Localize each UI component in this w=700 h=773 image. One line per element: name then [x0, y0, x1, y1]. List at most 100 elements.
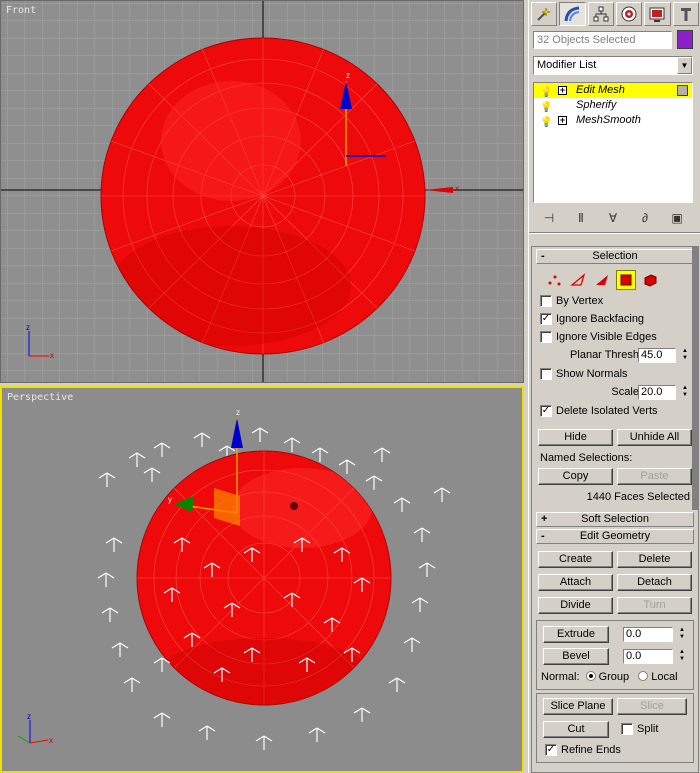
slice-button[interactable]: Slice: [617, 698, 687, 715]
attach-button[interactable]: Attach: [538, 574, 613, 591]
perspective-viewport[interactable]: Perspective z y z x: [0, 386, 524, 773]
show-end-result-icon[interactable]: Ⅱ: [571, 209, 591, 227]
create-tab[interactable]: [531, 2, 558, 26]
turn-button[interactable]: Turn: [617, 597, 692, 614]
spinner-icon[interactable]: ▲ ▼: [677, 627, 687, 642]
planar-thresh-input[interactable]: 45.0: [638, 348, 676, 363]
divide-button[interactable]: Divide: [538, 597, 613, 614]
local-radio[interactable]: [638, 671, 649, 681]
create-button[interactable]: Create: [538, 551, 613, 568]
refine-ends-checkbox[interactable]: ✓ Refine Ends: [537, 741, 693, 759]
spinner-icon[interactable]: ▲ ▼: [680, 348, 690, 363]
checkbox-box[interactable]: [621, 723, 633, 735]
planar-thresh-row: Planar Thresh: 45.0 ▲ ▼: [532, 346, 698, 365]
extrude-bevel-group: Extrude 0.0 ▲ ▼ Bevel 0.0 ▲ ▼ Normal: Grou…: [536, 620, 694, 690]
group-radio-label: Group: [598, 671, 630, 683]
face-icon[interactable]: [592, 270, 612, 290]
perspective-viewport-label[interactable]: Perspective: [7, 392, 73, 403]
soft-selection-rollout-header[interactable]: + Soft Selection: [536, 512, 694, 527]
group-radio[interactable]: [585, 671, 596, 681]
element-icon[interactable]: [640, 270, 660, 290]
perspective-viewport-canvas[interactable]: z y z x: [2, 388, 522, 771]
checkbox-box[interactable]: ✓: [545, 744, 557, 756]
local-radio-label: Local: [651, 671, 678, 683]
stack-item-label: Spherify: [576, 99, 617, 111]
show-normals-checkbox[interactable]: Show Normals: [532, 365, 698, 383]
ignore-backfacing-checkbox[interactable]: ✓ Ignore Backfacing: [532, 310, 698, 328]
sphere-mesh[interactable]: [100, 37, 426, 355]
stack-item-spherify[interactable]: 💡 Spherify: [534, 98, 692, 113]
polygon-icon[interactable]: [616, 270, 636, 290]
panel-scrollbar[interactable]: [692, 246, 698, 510]
ignore-visible-edges-checkbox[interactable]: Ignore Visible Edges: [532, 328, 698, 346]
spinner-icon[interactable]: ▲ ▼: [680, 385, 690, 400]
modifier-stack[interactable]: 💡 + Edit Mesh 💡 Spherify 💡 + MeshSmooth: [533, 82, 693, 203]
modify-tab[interactable]: [559, 2, 586, 26]
vertex-icon[interactable]: [544, 270, 564, 290]
checkbox-box[interactable]: ✓: [540, 313, 552, 325]
extrude-amount-input[interactable]: 0.0: [623, 627, 673, 642]
command-panel: 32 Objects Selected Modifier List ▼ 💡 + …: [528, 0, 700, 773]
make-unique-icon[interactable]: ∀: [603, 209, 623, 227]
by-vertex-checkbox[interactable]: By Vertex: [532, 292, 698, 310]
rollout-title: Edit Geometry: [579, 530, 651, 542]
rollouts-area: - Selection By Vertex ✓ Ignore Backfacing…: [531, 246, 699, 773]
selection-rollout-header[interactable]: - Selection: [536, 249, 694, 264]
configure-sets-icon[interactable]: ▣: [667, 209, 687, 227]
modifier-list-dropdown[interactable]: Modifier List ▼: [533, 56, 693, 75]
scale-input[interactable]: 20.0: [638, 385, 676, 400]
paste-button[interactable]: Paste: [617, 468, 692, 485]
hide-button[interactable]: Hide: [538, 429, 613, 446]
chevron-down-icon[interactable]: ▼: [677, 57, 692, 74]
copy-button[interactable]: Copy: [538, 468, 613, 485]
unhide-all-button[interactable]: Unhide All: [617, 429, 692, 446]
delete-button[interactable]: Delete: [617, 551, 692, 568]
stack-item-edit-mesh[interactable]: 💡 + Edit Mesh: [534, 83, 692, 98]
stack-item-meshsmooth[interactable]: 💡 + MeshSmooth: [534, 113, 692, 128]
checkbox-label: Split: [637, 723, 659, 735]
edit-geometry-rollout-header[interactable]: - Edit Geometry: [536, 529, 694, 544]
checkbox-box[interactable]: [540, 295, 552, 307]
create-icon: [537, 7, 551, 21]
extrude-row: Extrude 0.0 ▲ ▼: [537, 624, 693, 646]
planar-thresh-label: Planar Thresh:: [570, 349, 642, 361]
pin-stack-icon[interactable]: ⊣: [539, 209, 559, 227]
cut-button[interactable]: Cut: [543, 721, 609, 738]
normal-radio-group: Normal: Group Local: [537, 668, 693, 686]
front-viewport-label[interactable]: Front: [6, 5, 36, 16]
normal-label: Normal:: [541, 671, 580, 683]
divider: [529, 232, 700, 234]
object-color-swatch[interactable]: [677, 30, 693, 49]
named-selections-label: Named Selections:: [540, 452, 633, 464]
command-panel-tabs: [529, 0, 700, 28]
expand-icon: +: [541, 513, 548, 525]
remove-modifier-icon[interactable]: ∂: [635, 209, 655, 227]
front-viewport-canvas[interactable]: z x z x: [1, 1, 524, 383]
display-tab[interactable]: [644, 2, 671, 26]
lightbulb-icon[interactable]: 💡: [540, 115, 552, 130]
collapse-icon: -: [541, 250, 545, 262]
delete-isolated-verts-checkbox[interactable]: ✓ Delete Isolated Verts: [532, 402, 698, 420]
rollout-title: Selection: [592, 250, 638, 262]
spinner-icon[interactable]: ▲ ▼: [677, 649, 687, 664]
checkbox-box[interactable]: [540, 331, 552, 343]
svg-text:x: x: [50, 351, 54, 360]
expand-icon[interactable]: +: [558, 116, 567, 125]
subobject-level-buttons: [532, 266, 698, 292]
bevel-button[interactable]: Bevel: [543, 648, 609, 665]
checkbox-box[interactable]: ✓: [540, 405, 552, 417]
detach-button[interactable]: Detach: [617, 574, 692, 591]
motion-tab[interactable]: [615, 2, 643, 26]
object-name-field[interactable]: 32 Objects Selected: [533, 31, 672, 49]
bevel-amount-input[interactable]: 0.0: [623, 649, 673, 664]
hierarchy-tab[interactable]: [587, 2, 614, 26]
checkbox-box[interactable]: [540, 368, 552, 380]
checkbox-label: By Vertex: [556, 295, 604, 307]
utilities-tab[interactable]: [672, 2, 699, 26]
split-checkbox[interactable]: Split: [613, 721, 687, 738]
extrude-button[interactable]: Extrude: [543, 626, 609, 643]
slice-plane-button[interactable]: Slice Plane: [543, 698, 613, 715]
front-viewport[interactable]: Front z x z x: [0, 0, 524, 383]
edge-icon[interactable]: [568, 270, 588, 290]
expand-icon[interactable]: +: [558, 86, 567, 95]
